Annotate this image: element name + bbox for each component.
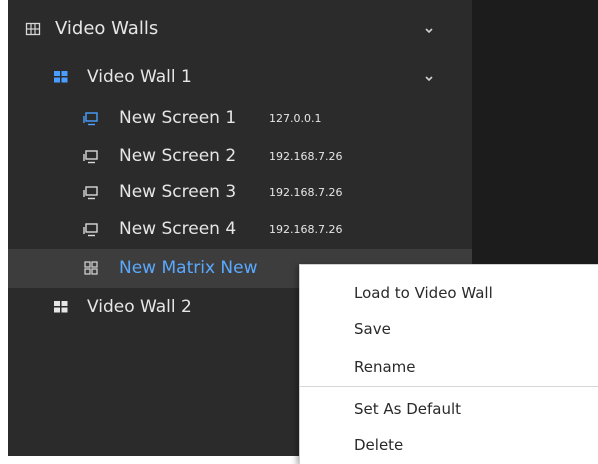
screen-label: New Screen 4 — [119, 219, 237, 239]
monitor-icon — [82, 148, 100, 166]
tree-item-screen-3[interactable]: New Screen 3 192.168.7.26 — [8, 174, 472, 212]
tree-item-label: Video Wall 1 — [87, 67, 192, 87]
menu-item-delete[interactable]: Delete — [300, 427, 598, 463]
screen-label: New Screen 1 — [119, 108, 237, 128]
video-wall-icon — [52, 298, 70, 316]
tree-item-screen-1[interactable]: New Screen 1 127.0.0.1 — [8, 100, 472, 138]
menu-item-save[interactable]: Save — [300, 311, 598, 347]
tree-item-video-wall-1[interactable]: Video Wall 1 — [8, 58, 472, 96]
chevron-down-icon[interactable] — [422, 23, 436, 37]
screen-ip: 192.168.7.26 — [269, 186, 343, 199]
video-wall-icon — [52, 68, 70, 86]
menu-separator — [300, 386, 598, 387]
context-menu: Load to Video Wall Save Rename Set As De… — [299, 264, 598, 464]
monitor-icon — [82, 221, 100, 239]
screen-label: New Screen 3 — [119, 182, 237, 202]
matrix-grid-icon — [82, 259, 100, 277]
screen-label: New Screen 2 — [119, 146, 237, 166]
tree-item-label: Video Wall 2 — [87, 297, 192, 317]
screen-ip: 192.168.7.26 — [269, 223, 343, 236]
menu-item-load-to-video-wall[interactable]: Load to Video Wall — [300, 275, 598, 311]
tree-root-video-walls[interactable]: Video Walls — [8, 10, 472, 48]
screen-ip: 127.0.0.1 — [269, 112, 322, 125]
screen-ip: 192.168.7.26 — [269, 150, 343, 163]
chevron-down-icon[interactable] — [422, 71, 436, 85]
video-walls-icon — [24, 20, 42, 38]
monitor-icon — [82, 184, 100, 202]
tree-item-screen-2[interactable]: New Screen 2 192.168.7.26 — [8, 138, 472, 176]
menu-item-set-as-default[interactable]: Set As Default — [300, 391, 598, 427]
monitor-icon — [82, 110, 100, 128]
tree-item-screen-4[interactable]: New Screen 4 192.168.7.26 — [8, 211, 472, 249]
tree-root-label: Video Walls — [55, 18, 159, 39]
matrix-label: New Matrix New — [119, 258, 258, 278]
menu-item-rename[interactable]: Rename — [300, 349, 598, 385]
